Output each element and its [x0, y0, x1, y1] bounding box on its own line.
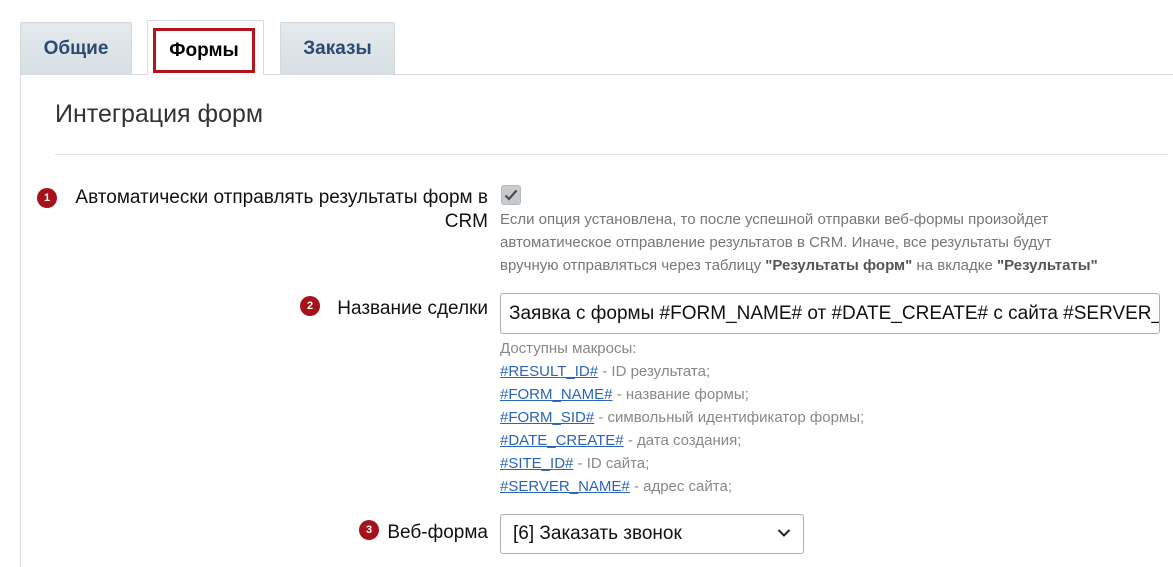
- macro-link[interactable]: #FORM_NAME#: [500, 386, 613, 403]
- macro-link[interactable]: #SERVER_NAME#: [500, 478, 630, 495]
- web-form-selected-value: [6] Заказать звонок: [513, 523, 682, 544]
- step-badge-2: 2: [300, 296, 320, 316]
- web-form-label: Веб-форма: [387, 522, 488, 543]
- macro-item: #RESULT_ID# - ID результата;: [500, 363, 711, 380]
- macros-list: Доступны макросы: #RESULT_ID# - ID резул…: [500, 337, 864, 498]
- tab-forms-label: Формы: [153, 28, 255, 73]
- web-form-select[interactable]: [6] Заказать звонок: [500, 514, 804, 554]
- section-title: Интеграция форм: [55, 100, 264, 128]
- section-divider: [55, 154, 1167, 155]
- auto-send-hint: Если опция установлена, то после успешно…: [500, 208, 1098, 277]
- auto-send-label-line1: Автоматически отправлять результаты форм…: [75, 187, 488, 208]
- macro-item: #FORM_SID# - символьный идентификатор фо…: [500, 409, 865, 426]
- macro-item: #FORM_NAME# - название формы;: [500, 386, 749, 403]
- hint-line: вручную отправляться через таблицу "Резу…: [500, 257, 1098, 274]
- macro-link[interactable]: #RESULT_ID#: [500, 363, 598, 380]
- auto-send-checkbox[interactable]: [501, 185, 521, 205]
- auto-send-label: Автоматически отправлять результаты форм…: [75, 186, 488, 234]
- tab-forms[interactable]: Формы: [147, 20, 264, 75]
- macros-title: Доступны макросы:: [500, 340, 637, 357]
- tab-orders[interactable]: Заказы: [280, 22, 395, 74]
- hint-line: автоматическое отправление результатов в…: [500, 234, 1052, 251]
- macro-link[interactable]: #SITE_ID#: [500, 455, 573, 472]
- macro-item: #DATE_CREATE# - дата создания;: [500, 432, 742, 449]
- macro-item: #SERVER_NAME# - адрес сайта;: [500, 478, 732, 495]
- step-badge-3: 3: [359, 520, 379, 540]
- deal-name-label: Название сделки: [337, 298, 488, 319]
- macro-link[interactable]: #DATE_CREATE#: [500, 432, 624, 449]
- hint-line: Если опция установлена, то после успешно…: [500, 211, 1049, 228]
- auto-send-label-line2: CRM: [444, 211, 488, 232]
- macro-item: #SITE_ID# - ID сайта;: [500, 455, 650, 472]
- chevron-down-icon: [777, 529, 791, 537]
- deal-name-input[interactable]: Заявка с формы #FORM_NAME# от #DATE_CREA…: [500, 293, 1160, 334]
- step-badge-1: 1: [37, 188, 57, 208]
- tab-general[interactable]: Общие: [20, 22, 132, 74]
- checkmark-icon: [504, 189, 518, 201]
- tab-bar: Общие Формы Заказы: [0, 0, 1173, 75]
- macro-link[interactable]: #FORM_SID#: [500, 409, 594, 426]
